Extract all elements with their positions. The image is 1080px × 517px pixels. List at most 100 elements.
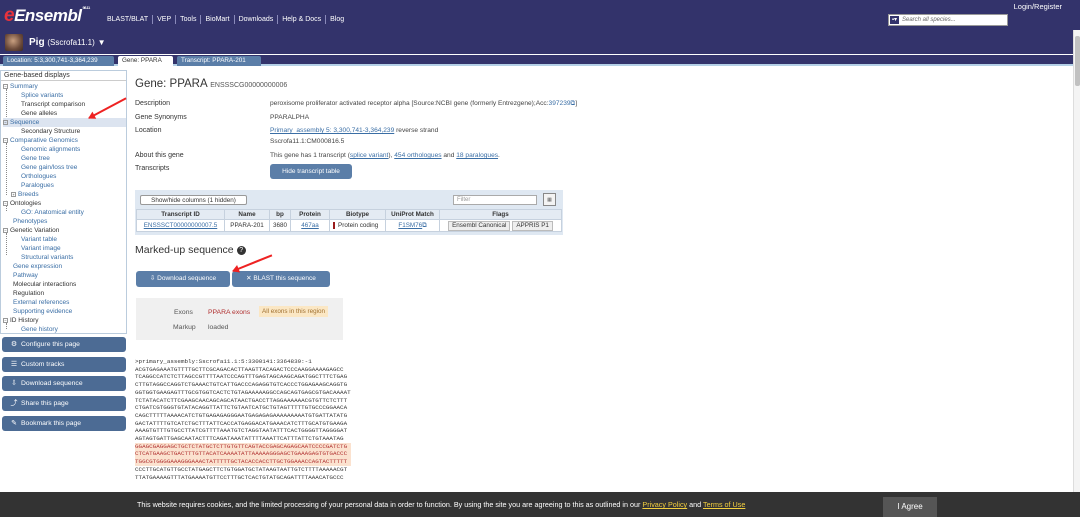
sidebar-item-genetic-variation[interactable]: Genetic Variation (10, 227, 59, 234)
ensembl-logo[interactable]: eEnsembl98.11 (4, 5, 90, 27)
page-scrollbar[interactable] (1073, 30, 1080, 492)
collapse-icon[interactable]: − (3, 200, 8, 206)
collapse-icon[interactable]: − (3, 317, 8, 323)
sidebar-title: Gene-based displays (1, 71, 126, 81)
collapse-icon[interactable]: − (3, 137, 8, 143)
export-spreadsheet-icon[interactable]: ▦ (543, 193, 556, 206)
sidebar-item-id-history[interactable]: ID History (10, 317, 39, 324)
nav-blast[interactable]: BLAST/BLAT (103, 15, 154, 24)
share-page-button[interactable]: ⤴ Share this page (2, 396, 126, 411)
annotation-arrow (232, 254, 273, 272)
privacy-policy-link[interactable]: Privacy Policy (642, 500, 687, 509)
orthologues-link[interactable]: 454 orthologues (394, 152, 441, 159)
uniprot-link[interactable]: F1SM76 (398, 222, 422, 229)
chevron-down-icon[interactable]: ▼ (98, 38, 106, 47)
species-title[interactable]: Pig (Sscrofa11.1) ▼ (29, 37, 105, 48)
nav-blog[interactable]: Blog (326, 15, 348, 24)
nav-downloads[interactable]: Downloads (235, 15, 279, 24)
sidebar-item-variant-image[interactable]: Variant image (21, 244, 61, 253)
agree-button[interactable]: I Agree (883, 497, 937, 517)
location-link[interactable]: Primary_assembly 5: 3,300,741-3,364,239 (270, 127, 394, 134)
sidebar-item-sequence[interactable]: Sequence (10, 119, 39, 126)
share-icon: ⤴ (10, 400, 18, 407)
col-biotype[interactable]: Biotype (329, 209, 387, 220)
custom-tracks-button[interactable]: ☰ Custom tracks (2, 357, 126, 372)
collapse-icon[interactable]: − (3, 227, 8, 233)
species-selector-icon[interactable]: ▪▾ (890, 16, 899, 24)
sidebar-item-breeds[interactable]: Breeds (18, 191, 39, 198)
sidebar-item-supporting-evidence[interactable]: Supporting evidence (13, 307, 72, 316)
sidebar: Gene-based displays − Summary Splice vari… (0, 70, 127, 431)
sequence-line: TCTATACATCTTCGAAGCAACAGCAGCATAACTGACCTTA… (135, 396, 348, 404)
sequence-line: ACGTGAGAAATGTTTTGCTTCGCAGACACTTAAGTTACAG… (135, 365, 344, 373)
bookmark-page-button[interactable]: ✎ Bookmark this page (2, 416, 126, 431)
sidebar-item-gene-expression[interactable]: Gene expression (13, 262, 62, 271)
sidebar-item-external-references[interactable]: External references (13, 298, 69, 307)
sidebar-item-go-anatomical[interactable]: GO: Anatomical entity (21, 208, 84, 217)
sequence-line: TCAGGCCATCTCTTAGCCGTTTTAATCCCAGTTTGAGTAG… (135, 373, 348, 381)
nav-tools[interactable]: Tools (176, 15, 202, 24)
show-hide-columns-button[interactable]: Show/hide columns (1 hidden) (140, 195, 247, 205)
transcript-id-link[interactable]: ENSSSCT00000000007.5 (136, 219, 225, 232)
paralogues-link[interactable]: 18 paralogues (456, 152, 498, 159)
scrollbar-thumb[interactable] (1075, 36, 1080, 86)
terms-of-use-link[interactable]: Terms of Use (703, 500, 745, 509)
sidebar-item-genomic-alignments[interactable]: Genomic alignments (21, 145, 80, 154)
sidebar-item-phenotypes[interactable]: Phenotypes (13, 217, 47, 226)
gear-icon: ⚙ (10, 341, 18, 348)
sidebar-item-secondary-structure[interactable]: Secondary Structure (21, 127, 80, 136)
tab-location[interactable]: Location: 5:3,300,741-3,364,239 (3, 56, 114, 66)
sequence-line: CTTGTAGGCCAGGTCTGAAACTGTCATTGACCCAGAGGTG… (135, 381, 348, 389)
sidebar-item-splice-variants[interactable]: Splice variants (21, 91, 63, 100)
acc-link[interactable]: 397239 (549, 100, 571, 107)
species-assembly: (Sscrofa11.1) (47, 38, 95, 47)
download-sequence-button[interactable]: ⇩ Download sequence (136, 271, 230, 287)
col-name[interactable]: Name (224, 209, 270, 220)
search-input[interactable]: Search all species... (902, 17, 956, 23)
download-sequence-sidebar-button[interactable]: ⇩ Download sequence (2, 376, 126, 391)
sidebar-item-gene-gain-loss-tree[interactable]: Gene gain/loss tree (21, 163, 77, 172)
configure-page-button[interactable]: ⚙ Configure this page (2, 337, 126, 352)
nav-biomart[interactable]: BioMart (201, 15, 235, 24)
sidebar-item-gene-alleles[interactable]: Gene alleles (21, 109, 57, 118)
tab-gene[interactable]: Gene: PPARA (118, 56, 173, 66)
col-uniprot[interactable]: UniProt Match (385, 209, 441, 220)
sidebar-item-paralogues[interactable]: Paralogues (21, 181, 54, 190)
sidebar-item-ontologies[interactable]: Ontologies (10, 200, 41, 207)
sequence-block: >primary_assembly:Sscrofa11.1:5:3300141:… (135, 358, 351, 481)
sidebar-item-gene-tree[interactable]: Gene tree (21, 154, 50, 163)
sequence-line: AAAGTGTTTGTGCCTTATCGTTTTAAATGTCTAGGTAATA… (135, 427, 348, 435)
sidebar-item-variant-table[interactable]: Variant table (21, 235, 57, 244)
sidebar-item-summary[interactable]: Summary (10, 83, 38, 90)
sidebar-item-orthologues[interactable]: Orthologues (21, 172, 56, 181)
sidebar-item-regulation[interactable]: Regulation (13, 289, 44, 298)
col-protein[interactable]: Protein (290, 209, 331, 220)
nav-help[interactable]: Help & Docs (278, 15, 327, 24)
expand-icon[interactable]: + (11, 191, 16, 197)
splice-variant-link[interactable]: splice variant (350, 152, 388, 159)
tab-transcript[interactable]: Transcript: PPARA-201 (177, 56, 261, 66)
collapse-icon[interactable]: − (3, 83, 8, 89)
cookie-text: This website requires cookies, and the l… (137, 500, 745, 509)
sidebar-item-pathway[interactable]: Pathway (13, 271, 38, 280)
sidebar-item-comparative-genomics[interactable]: Comparative Genomics (10, 137, 78, 144)
search-box[interactable]: ▪▾ Search all species... (888, 14, 1008, 26)
blast-sequence-button[interactable]: ✕ BLAST this sequence (232, 271, 330, 287)
collapse-icon[interactable]: − (3, 119, 8, 125)
col-transcript-id[interactable]: Transcript ID (136, 209, 225, 220)
nav-vep[interactable]: VEP (153, 15, 177, 24)
sidebar-item-transcript-comparison[interactable]: Transcript comparison (21, 100, 85, 109)
button-label: Download sequence (157, 275, 217, 282)
protein-link[interactable]: 467aa (290, 219, 331, 232)
sidebar-item-molecular-interactions[interactable]: Molecular interactions (13, 280, 76, 289)
sidebar-item-structural-variants[interactable]: Structural variants (21, 253, 73, 262)
help-icon[interactable]: ? (236, 245, 246, 255)
sidebar-item-gene-history[interactable]: Gene history (21, 325, 58, 334)
col-flags[interactable]: Flags (439, 209, 563, 220)
label-description: Description (135, 100, 171, 107)
filter-input[interactable]: Filter (453, 195, 537, 205)
exon-sequence-line: GGAGCGAGGAGCTGCTCTATGCTCTTGTGTTCAGTACCGA… (135, 442, 351, 451)
col-bp[interactable]: bp (268, 209, 292, 220)
login-link[interactable]: Login/Register (1014, 2, 1062, 11)
hide-transcript-table-button[interactable]: Hide transcript table (270, 164, 352, 179)
